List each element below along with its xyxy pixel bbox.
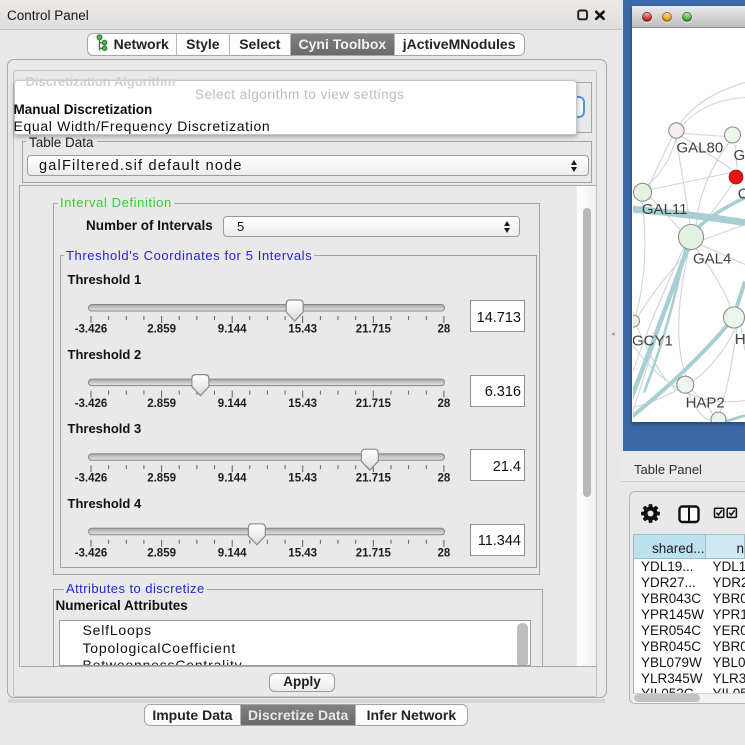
svg-text:GAL80: GAL80 (677, 139, 724, 156)
svg-text:C: C (738, 185, 745, 202)
svg-text:HAP2: HAP2 (686, 394, 725, 411)
svg-text:GAL4: GAL4 (693, 250, 731, 267)
svg-text:GCY1: GCY1 (633, 332, 673, 349)
svg-text:GAL11: GAL11 (642, 201, 688, 218)
svg-text:GA: GA (734, 147, 745, 164)
svg-text:H: H (735, 331, 745, 348)
